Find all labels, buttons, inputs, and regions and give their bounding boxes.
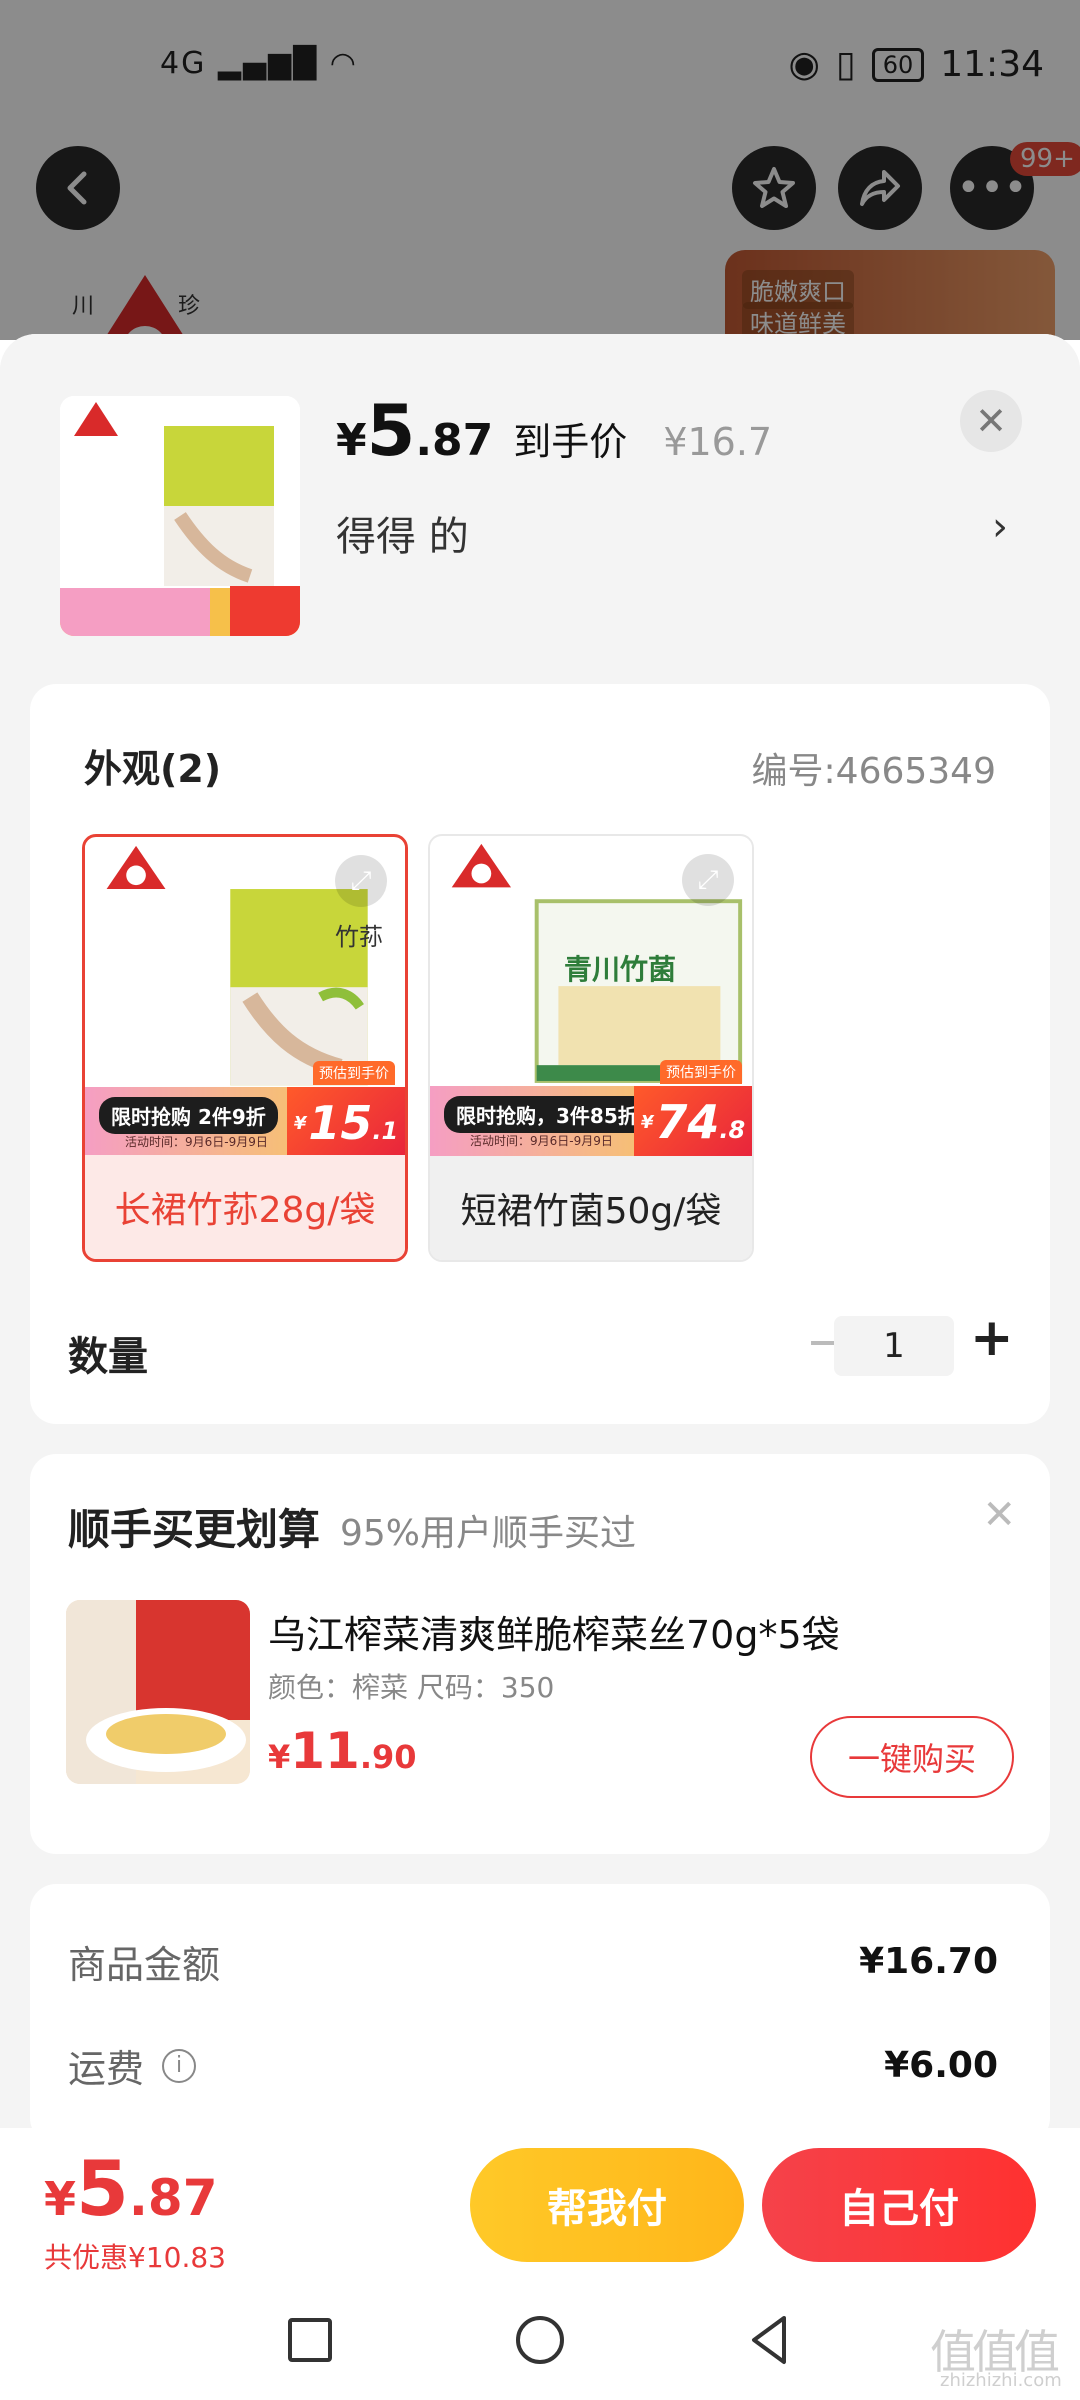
summary-value: ¥6.00 <box>884 2045 998 2086</box>
dim-overlay[interactable] <box>0 0 1080 340</box>
summary-label: 运费 i <box>68 2038 197 2093</box>
promo-price: ¥15.1 <box>287 1087 405 1159</box>
product-image <box>60 396 300 636</box>
addon-image <box>66 1600 250 1784</box>
chevron-right-icon[interactable]: › <box>992 504 1008 550</box>
addon-product-attributes: 颜色：榨菜 尺码：350 <box>268 1671 555 1704</box>
pack-text: 竹荪 <box>335 923 383 951</box>
promo-caption: 预估到手价 <box>313 1061 395 1085</box>
option-label: 短裙竹菌50g/袋 <box>430 1156 752 1260</box>
info-icon[interactable]: i <box>162 2048 197 2083</box>
pack-text: 青川竹菌 <box>564 953 677 986</box>
addon-close-button[interactable]: ✕ <box>982 1492 1016 1538</box>
summary-label: 商品金额 <box>68 1943 221 1987</box>
promo-date: 活动时间：9月6日-9月9日 <box>125 1135 268 1149</box>
price-row: ¥ 5 .87 到手价 ¥16.7 <box>336 390 772 472</box>
promo-banner: 限时抢购，3件85折 活动时间：9月6日-9月9日 ¥74.8 预估到手价 <box>430 1060 752 1158</box>
quantity-increase-button[interactable]: + <box>970 1308 1014 1368</box>
watermark-url: zhizhizhi.com <box>940 2370 1062 2391</box>
recent-apps-icon[interactable] <box>280 2310 340 2370</box>
expand-icon[interactable]: ⤢ <box>682 854 734 906</box>
addon-subtitle: 95%用户顺手买过 <box>340 1513 637 1554</box>
summary-row-goods: 商品金额 ¥16.70 <box>68 1934 998 1989</box>
expand-icon[interactable]: ⤢ <box>335 855 387 907</box>
selected-product-thumbnail <box>60 396 300 636</box>
summary-value: ¥16.70 <box>859 1941 998 1982</box>
bottom-action-bar: ¥5.87 共优惠¥10.83 帮我付 自己付 <box>0 2128 1080 2280</box>
promo-caption: 预估到手价 <box>660 1060 742 1084</box>
close-sheet-button[interactable]: ✕ <box>960 390 1022 452</box>
quantity-label: 数量 <box>68 1334 148 1380</box>
back-nav-icon[interactable] <box>740 2310 800 2370</box>
spec-card: 外观(2) 编号:4665349 竹荪 ⤢ 限时抢购 2件9折 活动时间：9月6… <box>30 684 1050 1424</box>
purchase-sheet: ¥ 5 .87 到手价 ¥16.7 ✕ 得得 的 › 外观(2) 编号:4665… <box>0 334 1080 2128</box>
total-price: ¥5.87 <box>44 2144 218 2233</box>
addon-card: 顺手买更划算 95%用户顺手买过 ✕ 乌江榨菜清爽鲜脆榨菜丝70g*5袋 颜色：… <box>30 1454 1050 1854</box>
spec-option-long-skirt[interactable]: 竹荪 ⤢ 限时抢购 2件9折 活动时间：9月6日-9月9日 ¥15.1 预估到手… <box>82 834 408 1262</box>
promo-price: ¥74.8 <box>634 1086 752 1158</box>
addon-product-name[interactable]: 乌江榨菜清爽鲜脆榨菜丝70g*5袋 <box>268 1604 840 1659</box>
close-icon: ✕ <box>975 399 1007 443</box>
promo-date: 活动时间：9月6日-9月9日 <box>470 1134 613 1148</box>
sheet-header: ¥ 5 .87 到手价 ¥16.7 ✕ 得得 的 › <box>0 334 1080 664</box>
promo-pill: 限时抢购 2件9折 <box>99 1097 278 1134</box>
home-icon[interactable] <box>510 2310 570 2370</box>
spec-title: 外观(2) <box>84 747 222 791</box>
promo-banner: 限时抢购 2件9折 活动时间：9月6日-9月9日 ¥15.1 预估到手价 <box>85 1061 405 1159</box>
product-code: 编号:4665349 <box>751 751 996 792</box>
delivery-address[interactable]: 得得 的 <box>336 504 469 562</box>
option-label: 长裙竹荪28g/袋 <box>85 1155 405 1259</box>
addon-title: 顺手买更划算 <box>68 1505 321 1554</box>
summary-row-shipping: 运费 i ¥6.00 <box>68 2038 998 2093</box>
price-integer: 5 <box>366 390 416 472</box>
one-click-buy-button[interactable]: 一键购买 <box>810 1716 1014 1798</box>
original-price: ¥16.7 <box>663 420 773 464</box>
system-navigation-bar <box>0 2280 1080 2400</box>
pay-myself-button[interactable]: 自己付 <box>762 2148 1036 2262</box>
price-currency: ¥ <box>336 415 367 466</box>
addon-price: ¥11.90 <box>268 1722 417 1780</box>
price-decimal: .87 <box>415 415 494 466</box>
promo-pill: 限时抢购，3件85折 <box>444 1096 650 1133</box>
spec-option-short-skirt[interactable]: 青川竹菌 ⤢ 限时抢购，3件85折 活动时间：9月6日-9月9日 ¥74.8 预… <box>428 834 754 1262</box>
help-me-pay-button[interactable]: 帮我付 <box>470 2148 744 2262</box>
quantity-input[interactable]: 1 <box>834 1316 954 1376</box>
summary-card: 商品金额 ¥16.70 运费 i ¥6.00 <box>30 1884 1050 2128</box>
addon-product-image[interactable] <box>66 1600 250 1784</box>
price-label: 到手价 <box>513 420 628 464</box>
total-discount: 共优惠¥10.83 <box>44 2241 226 2274</box>
